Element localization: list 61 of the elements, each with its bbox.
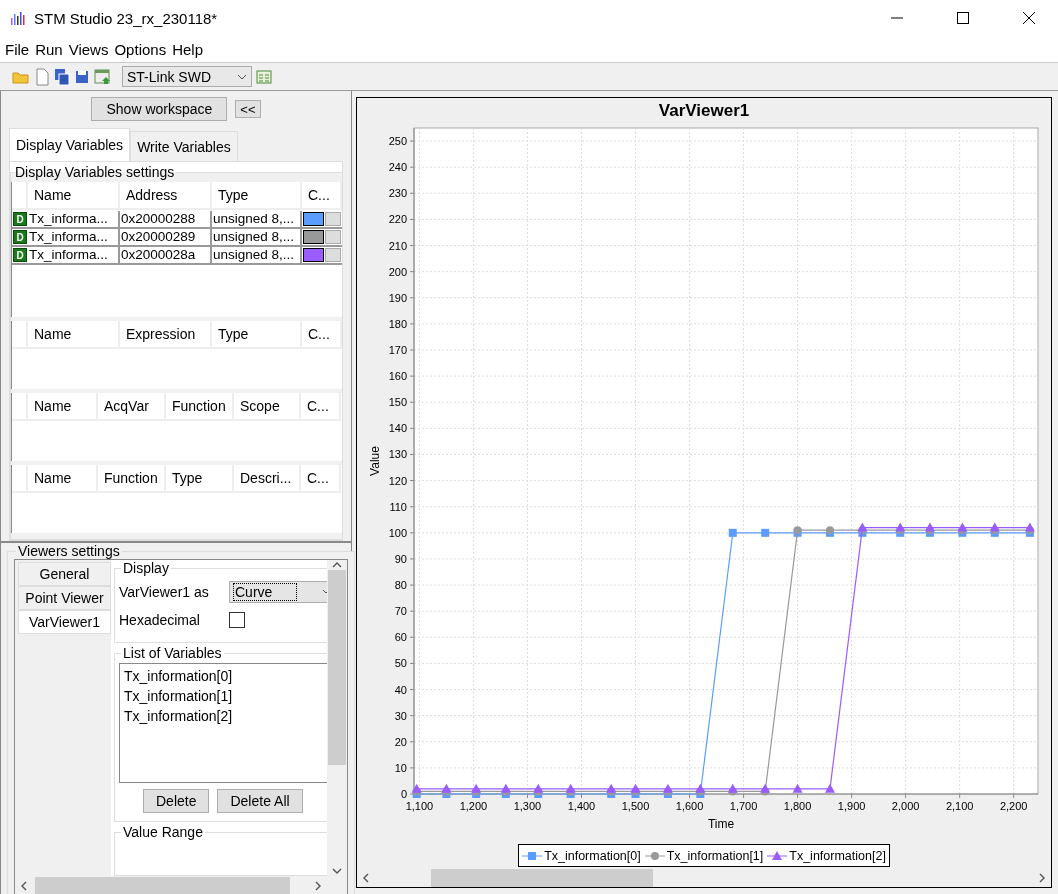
tick-label: 2,100 [945,800,974,812]
tick-label: 2,200 [999,800,1028,812]
tick-label: 240 [388,161,407,174]
status-badge: D [13,230,27,244]
tick-label: 230 [388,187,407,200]
tick-label: 200 [388,265,407,278]
tick-label: 180 [388,317,407,330]
group-title: Viewers settings [17,543,121,559]
tick-label: 130 [388,448,407,461]
group-title: Value Range [122,824,204,840]
table-cell: 0x20000288 [120,211,212,227]
tick-label: 190 [388,291,407,304]
tick-label: 1,300 [513,800,542,812]
tick-label: 250 [388,135,407,148]
status-badge: D [13,248,27,262]
tick-label: 1,600 [675,800,704,812]
tick-label: 140 [388,422,407,435]
table-cell: 0x20000289 [120,229,212,245]
tick-label: 60 [394,631,407,644]
tick-label: 100 [388,526,407,539]
tick-label: 1,900 [837,800,866,812]
tick-label: 170 [388,344,407,356]
tick-label: 1,100 [405,800,434,812]
tick-label: 0 [400,788,407,800]
tick-label: 120 [388,474,407,487]
field-label: VarViewer1 as [119,584,210,600]
tick-label: 40 [394,683,407,696]
table-cell: Tx_informa... [28,247,120,263]
axis-title: Time [707,817,735,831]
tick-label: 10 [394,761,407,774]
group-title: Display Variables settings [14,164,176,180]
status-badge: D [13,212,27,226]
tick-label: 1,400 [567,800,596,812]
legend-label: Tx_information[1] [666,848,764,863]
tick-label: 50 [394,657,407,670]
legend-label: Tx_information[0] [544,848,641,863]
field-label: Hexadecimal [119,612,201,628]
tick-label: 30 [394,709,407,722]
chart-title: VarViewer1 [657,100,751,122]
tick-label: 210 [388,239,407,252]
tick-label: 70 [394,605,407,618]
window-title: STM Studio 23_rx_230118* [34,9,219,27]
table-cell: Tx_informa... [28,211,120,227]
tick-label: 160 [388,370,407,383]
table-cell: 0x2000028a [120,247,212,263]
tick-label: 1,200 [459,800,488,812]
tick-label: 90 [394,552,407,565]
tick-label: 220 [388,213,407,226]
tick-label: 1,800 [783,800,812,812]
group-title: List of Variables [122,645,223,661]
axis-title: Value [368,446,382,476]
tick-label: 1,700 [729,800,758,812]
table-cell: Tx_informa... [28,229,120,245]
group-title: Display [122,560,170,576]
tick-label: 20 [394,735,407,748]
legend-label: Tx_information[2] [789,848,886,863]
tick-label: 2,000 [891,800,920,812]
tick-label: 1,500 [621,800,650,812]
tick-label: 110 [389,500,407,513]
tick-label: 80 [394,579,407,592]
tick-label: 150 [388,396,407,409]
